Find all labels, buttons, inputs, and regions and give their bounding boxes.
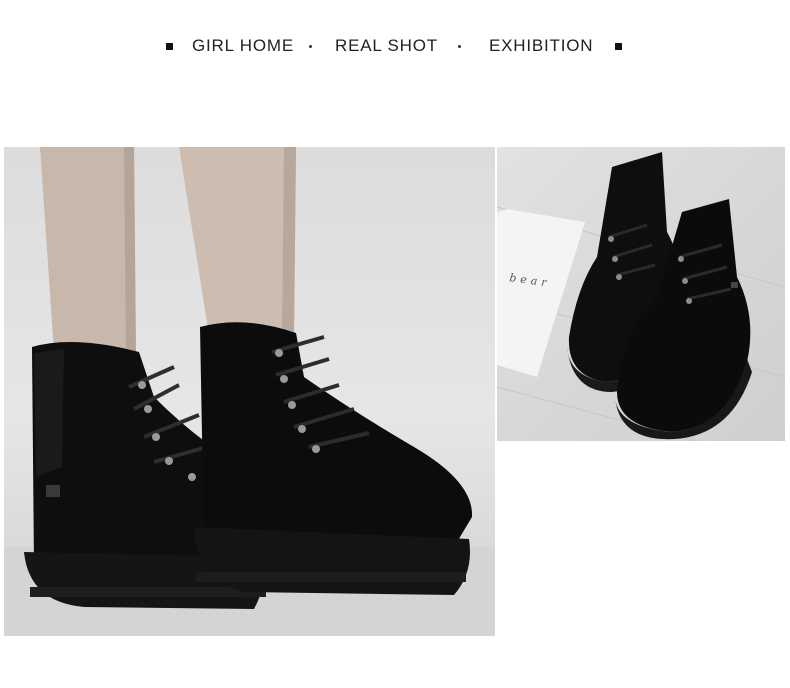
gallery-header: GIRL HOME REAL SHOT EXHIBITION bbox=[0, 30, 790, 62]
square-bullet-icon bbox=[166, 43, 173, 50]
product-gallery-page: GIRL HOME REAL SHOT EXHIBITION bear bbox=[0, 0, 790, 688]
dot-separator-icon bbox=[458, 45, 461, 48]
header-item-exhibition: EXHIBITION bbox=[489, 36, 594, 55]
side-photo-illustration: bear bbox=[497, 152, 785, 441]
header-item-real-shot: REAL SHOT bbox=[335, 36, 438, 55]
main-photo-illustration bbox=[4, 147, 495, 636]
side-product-photo: bear bbox=[497, 147, 785, 441]
dot-separator-icon bbox=[309, 45, 312, 48]
right-boot bbox=[194, 322, 473, 595]
header-item-girl-home: GIRL HOME bbox=[192, 36, 294, 55]
main-product-photo bbox=[4, 147, 495, 636]
square-bullet-icon bbox=[615, 43, 622, 50]
